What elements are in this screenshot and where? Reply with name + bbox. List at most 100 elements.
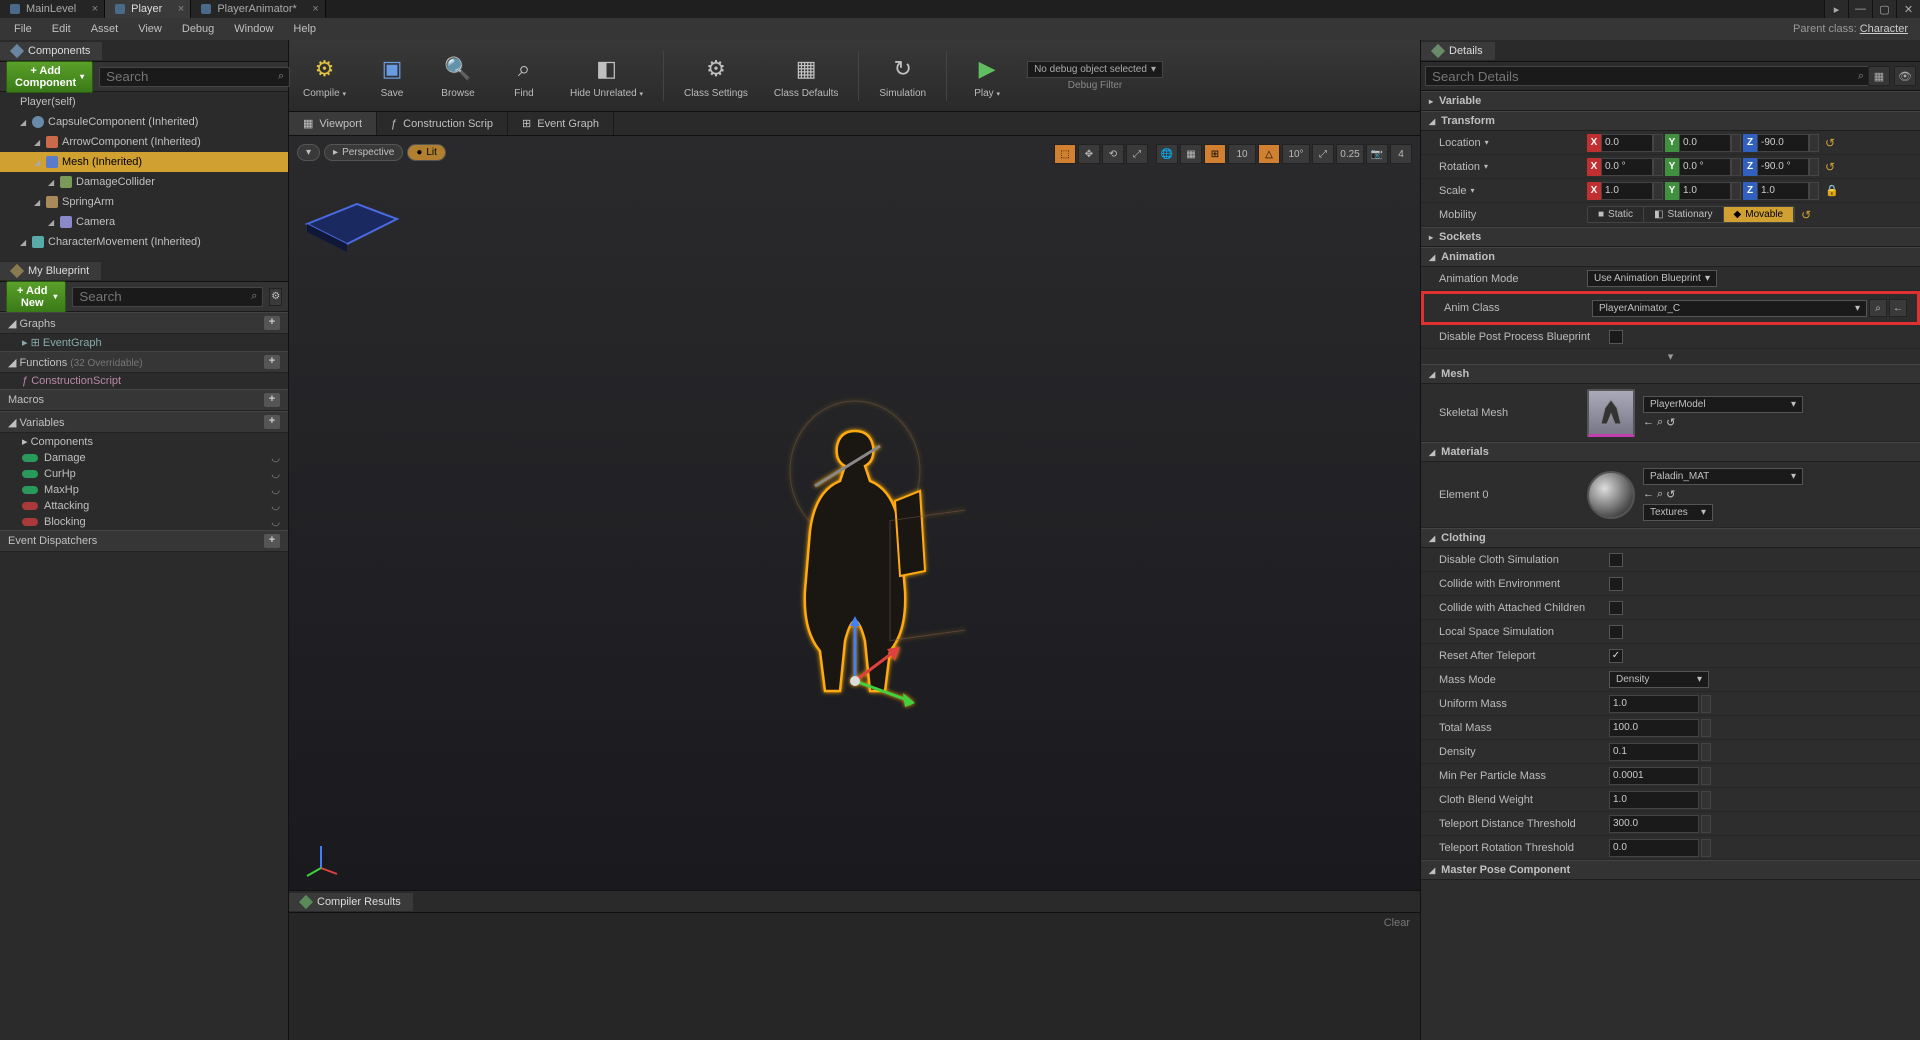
materials-category[interactable]: ◢Materials (1421, 442, 1920, 462)
expand-icon[interactable]: ▾ (1421, 349, 1920, 364)
number-input[interactable] (1609, 767, 1699, 785)
construction-script-item[interactable]: ƒ ConstructionScript (0, 373, 288, 389)
angle-snap-toggle[interactable]: △ (1258, 144, 1280, 164)
scale-y-input[interactable] (1679, 182, 1731, 200)
checkbox[interactable] (1609, 601, 1623, 615)
number-input[interactable] (1609, 695, 1699, 713)
visibility-icon[interactable]: ◡ (271, 453, 280, 464)
lit-mode-dropdown[interactable]: ● Lit (407, 144, 446, 161)
scale-snap-toggle[interactable]: ⤢ (1312, 144, 1334, 164)
menu-edit[interactable]: Edit (42, 20, 81, 38)
lock-icon[interactable]: 🔒 (1825, 184, 1839, 197)
rotate-tool[interactable]: ⟲ (1102, 144, 1124, 164)
browse-icon[interactable]: ⌕ (1657, 416, 1663, 429)
variable-item[interactable]: MaxHp◡ (0, 482, 288, 498)
perspective-mode-dropdown[interactable]: ▸ Perspective (324, 144, 403, 161)
master-pose-category[interactable]: ◢Master Pose Component (1421, 860, 1920, 880)
angle-snap-value[interactable]: 10° (1282, 144, 1310, 164)
clear-button[interactable]: Clear (1384, 917, 1410, 929)
use-selected-icon[interactable]: ← (1643, 416, 1654, 429)
minimize-button[interactable]: — (1848, 0, 1872, 18)
document-tab[interactable]: PlayerAnimator*× (191, 0, 325, 18)
debug-object-dropdown[interactable]: No debug object selected ▾ (1027, 61, 1163, 78)
scale-snap-value[interactable]: 0.25 (1336, 144, 1364, 164)
details-tab[interactable]: Details (1421, 42, 1495, 60)
menu-view[interactable]: View (128, 20, 172, 38)
component-item[interactable]: ◢Camera (0, 212, 288, 232)
menu-window[interactable]: Window (224, 20, 283, 38)
close-icon[interactable]: × (312, 3, 318, 15)
simulation-button[interactable]: ↻Simulation (873, 50, 932, 101)
variable-category[interactable]: ▸Variable (1421, 91, 1920, 111)
visibility-icon[interactable]: ◡ (271, 485, 280, 496)
component-item[interactable]: ◢CharacterMovement (Inherited) (0, 232, 288, 252)
hide-unrelated-button[interactable]: ◧Hide Unrelated ▾ (564, 50, 649, 101)
use-selected-icon[interactable]: ← (1889, 299, 1907, 317)
number-input[interactable] (1609, 719, 1699, 737)
disable-pp-checkbox[interactable] (1609, 330, 1623, 344)
number-input[interactable] (1609, 815, 1699, 833)
visibility-icon[interactable]: 👁 (1894, 66, 1916, 86)
save-button[interactable]: ▣Save (366, 50, 418, 101)
add-dispatcher-button[interactable]: + (264, 534, 280, 548)
details-search-input[interactable] (1425, 66, 1876, 86)
menu-file[interactable]: File (4, 20, 42, 38)
add-new-button[interactable]: + Add New▾ (6, 281, 66, 313)
macros-header[interactable]: Macros+ (0, 389, 288, 411)
add-variable-button[interactable]: + (264, 415, 280, 429)
mobility-selector[interactable]: ■Static ◧Stationary ◆Movable (1587, 206, 1795, 223)
reset-icon[interactable]: ↺ (1825, 136, 1835, 150)
grid-snap-toggle[interactable]: ⊞ (1204, 144, 1226, 164)
menu-asset[interactable]: Asset (81, 20, 129, 38)
grid-snap-value[interactable]: 10 (1228, 144, 1256, 164)
class-defaults-button[interactable]: ▦Class Defaults (768, 50, 844, 101)
camera-speed-value[interactable]: 4 (1390, 144, 1412, 164)
blueprint-search-input[interactable] (72, 287, 263, 307)
checkbox[interactable] (1609, 553, 1623, 567)
my-blueprint-tab[interactable]: My Blueprint (0, 262, 101, 280)
reset-icon[interactable]: ↺ (1666, 488, 1675, 501)
select-tool[interactable]: ⬚ (1054, 144, 1076, 164)
material-thumbnail[interactable] (1587, 471, 1635, 519)
component-root[interactable]: Player(self) (0, 92, 288, 112)
close-icon[interactable]: × (178, 3, 184, 15)
reset-icon[interactable]: ↺ (1825, 160, 1835, 174)
document-tab[interactable]: Player× (105, 0, 191, 18)
camera-speed-icon[interactable]: 📷 (1366, 144, 1388, 164)
add-macro-button[interactable]: + (264, 393, 280, 407)
browse-asset-icon[interactable]: ⌕ (1869, 299, 1887, 317)
textures-dropdown[interactable]: Textures▾ (1643, 504, 1713, 521)
functions-header[interactable]: ◢ Functions (32 Overridable)+ (0, 351, 288, 373)
checkbox[interactable]: ✓ (1609, 649, 1623, 663)
dropdown[interactable]: Density▾ (1609, 671, 1709, 688)
browse-button[interactable]: 🔍Browse (432, 50, 484, 101)
reset-icon[interactable]: ↺ (1801, 208, 1811, 222)
variable-item[interactable]: Attacking◡ (0, 498, 288, 514)
components-tab[interactable]: Components (0, 42, 102, 60)
components-search-input[interactable] (99, 67, 290, 87)
variable-item[interactable]: Damage◡ (0, 450, 288, 466)
find-button[interactable]: ⌕Find (498, 50, 550, 101)
maximize-button[interactable]: ▢ (1872, 0, 1896, 18)
rotation-x-input[interactable] (1601, 158, 1653, 176)
component-item[interactable]: ◢CapsuleComponent (Inherited) (0, 112, 288, 132)
compile-button[interactable]: ⚙Compile ▾ (297, 50, 352, 101)
visibility-icon[interactable]: ◡ (271, 501, 280, 512)
checkbox[interactable] (1609, 577, 1623, 591)
property-matrix-icon[interactable]: ▦ (1868, 66, 1890, 86)
location-z-input[interactable] (1757, 134, 1809, 152)
rotation-z-input[interactable] (1757, 158, 1809, 176)
close-icon[interactable]: × (92, 3, 98, 15)
browse-icon[interactable]: ⌕ (1657, 488, 1663, 501)
dispatchers-header[interactable]: Event Dispatchers+ (0, 530, 288, 552)
coord-space-toggle[interactable]: 🌐 (1156, 144, 1178, 164)
editor-tab-viewport[interactable]: ▦Viewport (289, 112, 377, 135)
transform-category[interactable]: ◢Transform (1421, 111, 1920, 131)
variable-item[interactable]: CurHp◡ (0, 466, 288, 482)
event-graph-item[interactable]: ▸ ⊞ EventGraph (0, 334, 288, 351)
material-dropdown[interactable]: Paladin_MAT▾ (1643, 468, 1803, 485)
close-button[interactable]: ✕ (1896, 0, 1920, 18)
checkbox[interactable] (1609, 625, 1623, 639)
visibility-icon[interactable]: ◡ (271, 469, 280, 480)
rotation-y-input[interactable] (1679, 158, 1731, 176)
